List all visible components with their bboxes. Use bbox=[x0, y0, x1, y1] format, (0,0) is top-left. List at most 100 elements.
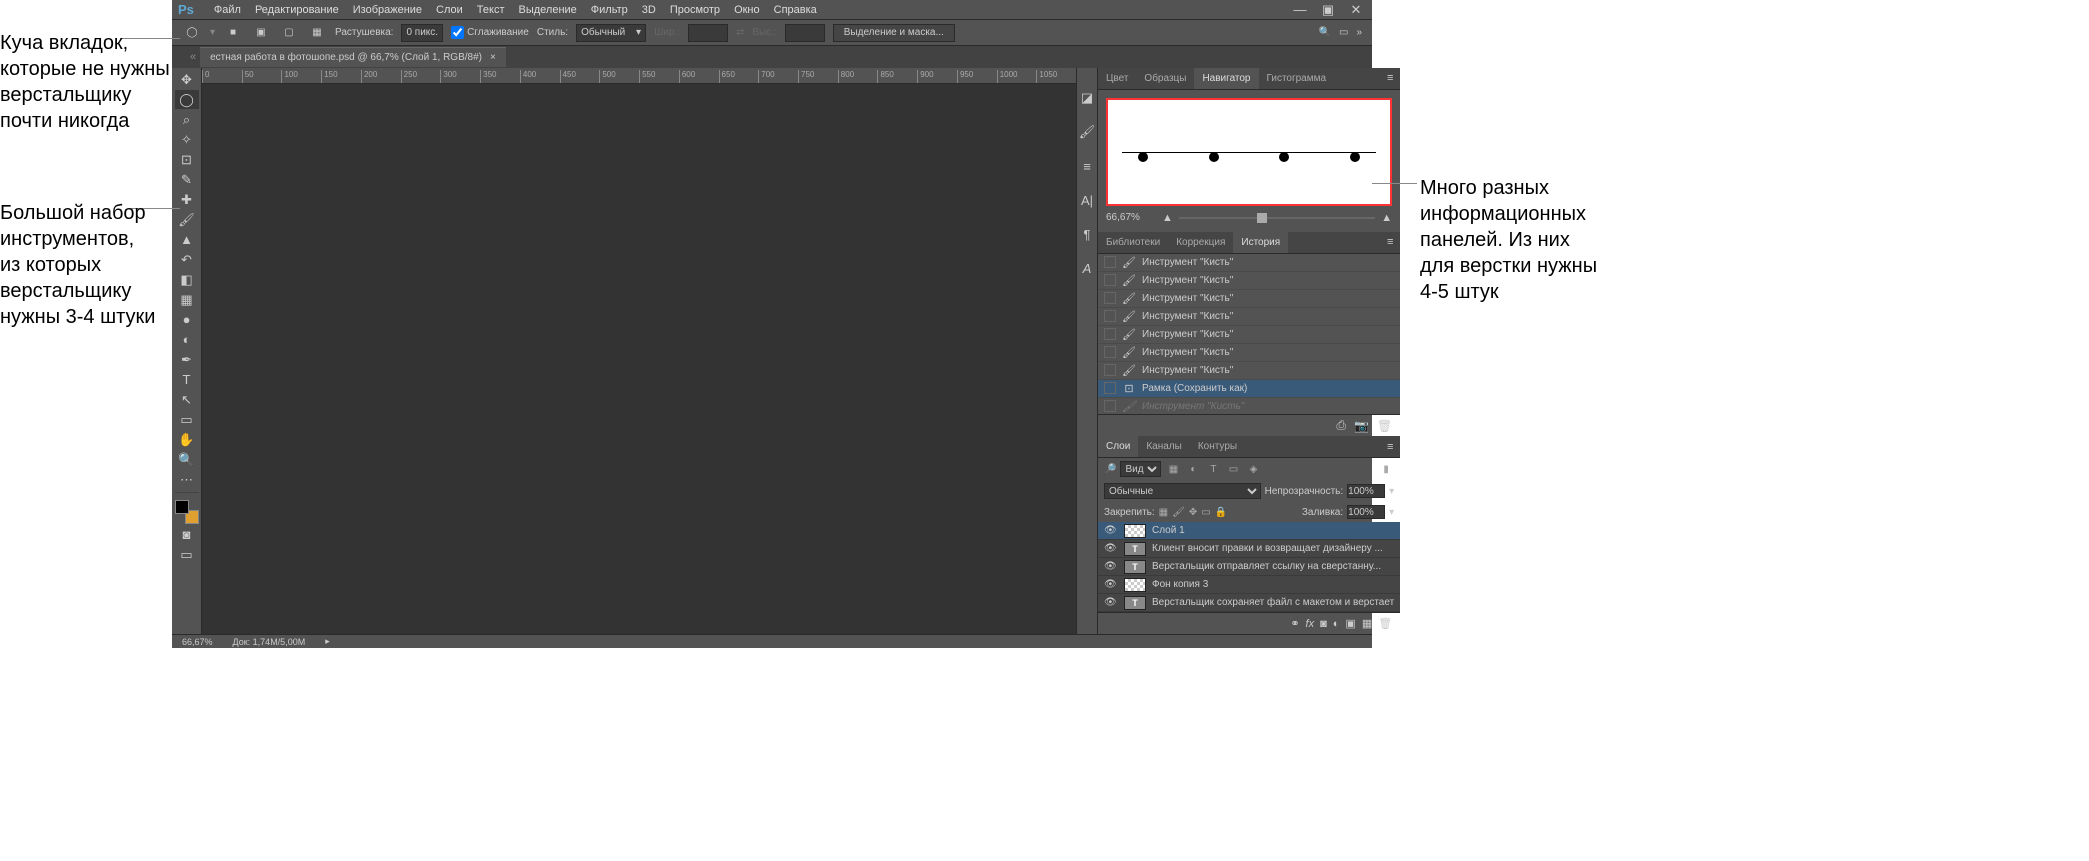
subtract-selection-icon[interactable]: ▢ bbox=[279, 23, 299, 43]
tab-color[interactable]: Цвет bbox=[1098, 68, 1136, 89]
lock-pos-icon[interactable]: ✥ bbox=[1189, 507, 1197, 518]
zoom-out-icon[interactable]: ▲ bbox=[1162, 212, 1173, 224]
menu-file[interactable]: Файл bbox=[214, 4, 241, 16]
visibility-icon[interactable]: 👁 bbox=[1104, 561, 1118, 572]
layer-style-icon[interactable]: fx bbox=[1306, 618, 1315, 630]
menu-image[interactable]: Изображение bbox=[353, 4, 422, 16]
navigator-preview[interactable] bbox=[1106, 98, 1392, 206]
minimize-icon[interactable]: — bbox=[1290, 2, 1310, 18]
tab-paths[interactable]: Контуры bbox=[1190, 436, 1245, 457]
history-item-checkbox[interactable] bbox=[1104, 310, 1116, 322]
zoom-tool[interactable]: 🔍 bbox=[175, 450, 199, 469]
shape-tool[interactable]: ▭ bbox=[175, 410, 199, 429]
status-zoom[interactable]: 66,67% bbox=[182, 637, 213, 647]
brush-tool[interactable]: 🖌 bbox=[175, 210, 199, 229]
delete-layer-icon[interactable]: 🗑 bbox=[1378, 617, 1392, 630]
fill-input[interactable] bbox=[1347, 505, 1385, 519]
blur-tool[interactable]: ● bbox=[175, 310, 199, 329]
marquee-tool-icon[interactable]: ◯ bbox=[182, 23, 202, 43]
layer-name[interactable]: Верстальщик сохраняет файл с макетом и в… bbox=[1152, 597, 1394, 608]
dock-brushes-icon[interactable]: 🖌 bbox=[1077, 122, 1097, 142]
tab-navigator[interactable]: Навигатор bbox=[1194, 68, 1258, 89]
layer-item[interactable]: 👁Фон копия 3 bbox=[1098, 576, 1400, 594]
new-layer-icon[interactable]: ▦ bbox=[1362, 617, 1372, 630]
tab-histogram[interactable]: Гистограмма bbox=[1259, 68, 1335, 89]
tab-swatches[interactable]: Образцы bbox=[1136, 68, 1194, 89]
menu-3d[interactable]: 3D bbox=[642, 4, 656, 16]
canvas[interactable] bbox=[202, 84, 1076, 634]
layer-thumbnail[interactable] bbox=[1124, 524, 1146, 538]
expand-icon[interactable]: » bbox=[1356, 27, 1362, 38]
blend-mode-select[interactable]: Обычные bbox=[1104, 483, 1261, 499]
maximize-icon[interactable]: ▣ bbox=[1318, 2, 1338, 18]
adjustment-layer-icon[interactable]: ◐ bbox=[1333, 618, 1340, 630]
edit-toolbar[interactable]: ⋯ bbox=[175, 470, 199, 489]
delete-state-icon[interactable]: 🗑 bbox=[1377, 419, 1392, 433]
menu-help[interactable]: Справка bbox=[774, 4, 817, 16]
tab-history[interactable]: История bbox=[1233, 232, 1288, 253]
history-item[interactable]: 🖌Инструмент "Кисть" bbox=[1098, 344, 1400, 362]
dock-swatches-icon[interactable]: ◪ bbox=[1077, 88, 1097, 108]
pen-tool[interactable]: ✒ bbox=[175, 350, 199, 369]
marquee-tool[interactable]: ◯ bbox=[175, 90, 199, 109]
history-item[interactable]: 🖌Инструмент "Кисть" bbox=[1098, 398, 1400, 415]
intersect-selection-icon[interactable]: ▦ bbox=[307, 23, 327, 43]
eraser-tool[interactable]: ◧ bbox=[175, 270, 199, 289]
visibility-icon[interactable]: 👁 bbox=[1104, 543, 1118, 554]
panel-menu-icon[interactable]: ≡ bbox=[1380, 436, 1400, 457]
history-item[interactable]: ⊡Рамка (Сохранить как) bbox=[1098, 380, 1400, 398]
layer-kind-select[interactable]: Вид bbox=[1120, 461, 1161, 477]
dock-character-icon[interactable]: A| bbox=[1077, 190, 1097, 210]
status-doc[interactable]: Док: 1,74M/5,00M bbox=[233, 637, 306, 647]
new-selection-icon[interactable]: ■ bbox=[223, 23, 243, 43]
crop-tool[interactable]: ⊡ bbox=[175, 150, 199, 169]
menu-filter[interactable]: Фильтр bbox=[591, 4, 628, 16]
tab-libraries[interactable]: Библиотеки bbox=[1098, 232, 1168, 253]
history-item-checkbox[interactable] bbox=[1104, 256, 1116, 268]
lock-all-icon[interactable]: 🔒 bbox=[1215, 507, 1227, 518]
history-item[interactable]: 🖌Инструмент "Кисть" bbox=[1098, 308, 1400, 326]
panel-menu-icon[interactable]: ≡ bbox=[1380, 68, 1400, 89]
opacity-input[interactable] bbox=[1347, 484, 1385, 498]
visibility-icon[interactable]: 👁 bbox=[1104, 579, 1118, 590]
history-item[interactable]: 🖌Инструмент "Кисть" bbox=[1098, 290, 1400, 308]
document-tab[interactable]: естная работа в фотошопе.psd @ 66,7% (Сл… bbox=[200, 47, 506, 67]
history-item[interactable]: 🖌Инструмент "Кисть" bbox=[1098, 254, 1400, 272]
history-item-checkbox[interactable] bbox=[1104, 328, 1116, 340]
stamp-tool[interactable]: ▲ bbox=[175, 230, 199, 249]
group-icon[interactable]: ▣ bbox=[1345, 617, 1355, 630]
history-item-checkbox[interactable] bbox=[1104, 346, 1116, 358]
layer-thumbnail[interactable]: T bbox=[1124, 596, 1146, 610]
style-select[interactable]: Обычный ▾ bbox=[576, 24, 646, 42]
lock-artboard-icon[interactable]: ▭ bbox=[1201, 507, 1210, 518]
layer-item[interactable]: 👁TВерстальщик отправляет ссылку на сверс… bbox=[1098, 558, 1400, 576]
close-icon[interactable]: ✕ bbox=[1346, 2, 1366, 18]
smooth-checkbox[interactable]: Сглаживание bbox=[451, 26, 529, 39]
dock-adjustments-icon[interactable]: ≡ bbox=[1077, 156, 1097, 176]
color-swatches[interactable] bbox=[175, 500, 199, 524]
filter-shape-icon[interactable]: ▭ bbox=[1225, 461, 1241, 477]
path-select-tool[interactable]: ↖ bbox=[175, 390, 199, 409]
snapshot-icon[interactable]: 📷 bbox=[1354, 419, 1369, 433]
menu-window[interactable]: Окно bbox=[734, 4, 760, 16]
history-item-checkbox[interactable] bbox=[1104, 292, 1116, 304]
layer-name[interactable]: Слой 1 bbox=[1152, 525, 1394, 536]
history-item-checkbox[interactable] bbox=[1104, 364, 1116, 376]
layer-name[interactable]: Клиент вносит правки и возвращает дизайн… bbox=[1152, 543, 1394, 554]
move-tool[interactable]: ✥ bbox=[175, 70, 199, 89]
dock-paragraph-icon[interactable]: ¶ bbox=[1077, 224, 1097, 244]
refine-edge-button[interactable]: Выделение и маска... bbox=[833, 24, 955, 42]
layer-mask-icon[interactable]: ◙ bbox=[1320, 618, 1327, 630]
tab-adjustments[interactable]: Коррекция bbox=[1168, 232, 1233, 253]
zoom-slider[interactable] bbox=[1179, 217, 1375, 219]
history-item[interactable]: 🖌Инструмент "Кисть" bbox=[1098, 272, 1400, 290]
lock-paint-icon[interactable]: 🖌 bbox=[1172, 507, 1185, 518]
search-icon[interactable]: 🔍 bbox=[1319, 27, 1331, 38]
fg-color-swatch[interactable] bbox=[175, 500, 189, 514]
lock-trans-icon[interactable]: ▦ bbox=[1159, 507, 1168, 518]
layer-thumbnail[interactable]: T bbox=[1124, 542, 1146, 556]
quick-mask-tool[interactable]: ◙ bbox=[175, 525, 199, 544]
history-item-checkbox[interactable] bbox=[1104, 382, 1116, 394]
gradient-tool[interactable]: ▦ bbox=[175, 290, 199, 309]
text-tool[interactable]: T bbox=[175, 370, 199, 389]
